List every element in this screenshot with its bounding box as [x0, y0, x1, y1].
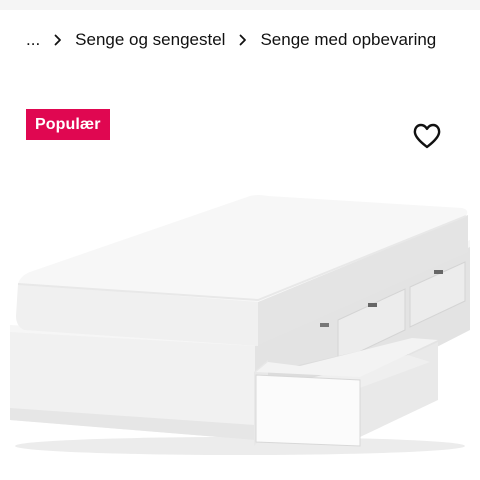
- heart-icon: [413, 123, 441, 149]
- product-page: ... Senge og sengestel Senge med opbevar…: [0, 0, 480, 480]
- breadcrumb: ... Senge og sengestel Senge med opbevar…: [26, 28, 436, 52]
- breadcrumb-ellipsis[interactable]: ...: [26, 30, 40, 50]
- breadcrumb-item-senge-med-opbevaring[interactable]: Senge med opbevaring: [260, 30, 436, 50]
- popular-badge: Populær: [26, 109, 110, 140]
- chevron-right-icon: [51, 33, 65, 47]
- top-bar: [0, 0, 480, 10]
- breadcrumb-item-senge-og-sengestel[interactable]: Senge og sengestel: [75, 30, 225, 50]
- favorite-button[interactable]: [412, 122, 442, 150]
- product-image[interactable]: [0, 180, 480, 480]
- chevron-right-icon: [236, 33, 250, 47]
